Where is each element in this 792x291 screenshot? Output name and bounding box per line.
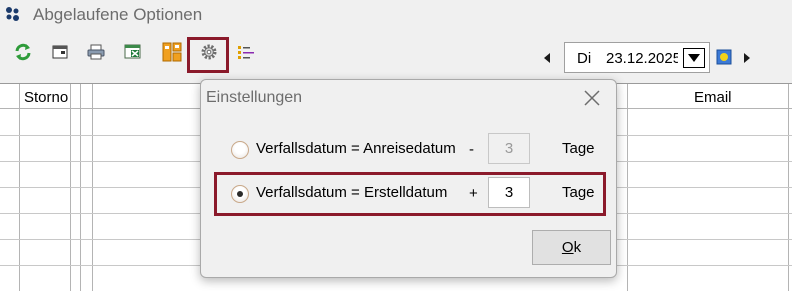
days-input-anreisedatum[interactable]: 3 — [488, 133, 530, 164]
ok-button[interactable]: Ok — [532, 230, 611, 265]
erstelldatum-highlight — [214, 172, 606, 216]
refresh-icon — [15, 43, 31, 61]
column-header-email[interactable]: Email — [694, 84, 732, 110]
date-value: 23.12.2025 — [606, 50, 678, 67]
title-bar: Abgelaufene Optionen — [0, 0, 792, 32]
date-weekday: Di — [577, 50, 592, 67]
unit-label-tage: Tage — [562, 140, 595, 157]
ok-label: Ok — [561, 239, 582, 256]
calendar-icon[interactable] — [716, 49, 732, 65]
excel-export-icon — [124, 44, 141, 59]
window-button[interactable] — [49, 41, 71, 63]
column-config-icon — [238, 46, 254, 59]
dialog-close-button[interactable] — [578, 84, 606, 112]
previous-date-icon[interactable] — [540, 48, 554, 68]
date-dropdown-button[interactable] — [683, 48, 705, 68]
app-dots-icon — [6, 7, 19, 21]
date-picker[interactable]: Di 23.12.2025 — [564, 42, 710, 73]
layout-icon — [162, 42, 182, 62]
close-icon — [584, 90, 600, 106]
chevron-down-icon — [688, 54, 700, 62]
settings-dialog: Einstellungen Verfallsdatum = Anreisedat… — [200, 79, 617, 278]
next-date-icon[interactable] — [740, 48, 754, 68]
operator-minus: - — [469, 141, 474, 158]
layout-button[interactable] — [161, 41, 183, 63]
window-title: Abgelaufene Optionen — [33, 5, 203, 24]
radio-anreisedatum[interactable] — [231, 141, 249, 159]
dialog-title: Einstellungen — [206, 89, 303, 106]
excel-export-button[interactable] — [122, 41, 144, 63]
column-config-button[interactable] — [235, 41, 257, 63]
column-header-storno[interactable]: Storno — [24, 84, 69, 110]
refresh-button[interactable] — [12, 41, 34, 63]
option-row-anreisedatum: Verfallsdatum = Anreisedatum - 3 Tage — [201, 133, 618, 165]
settings-highlight — [187, 37, 229, 73]
print-icon — [87, 44, 105, 60]
window-icon — [52, 45, 68, 59]
option-label-anreisedatum: Verfallsdatum = Anreisedatum — [256, 140, 456, 157]
print-button[interactable] — [85, 41, 107, 63]
